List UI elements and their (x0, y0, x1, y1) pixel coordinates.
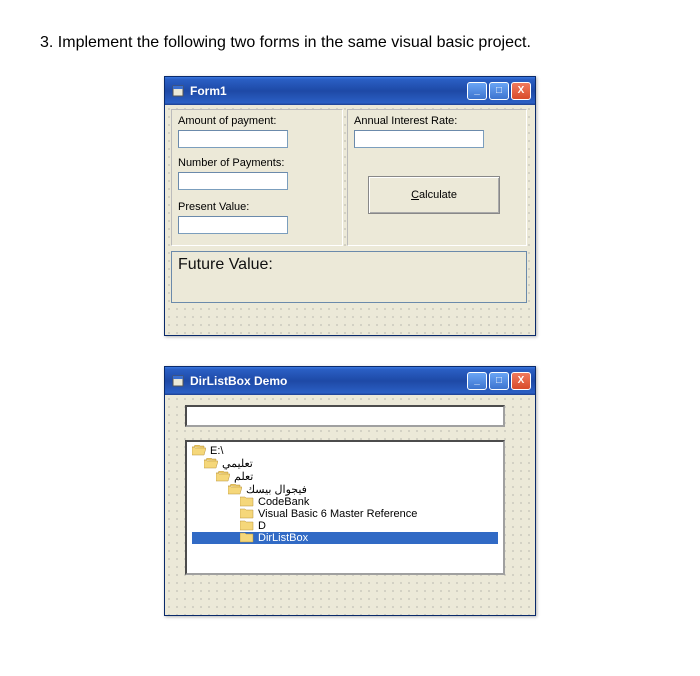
dir-item[interactable]: D (192, 520, 498, 532)
app-icon (171, 84, 185, 98)
presentvalue-label: Present Value: (176, 200, 251, 214)
folder-closed-icon (240, 508, 254, 519)
form1-titlebar[interactable]: Form1 _ □ X (165, 77, 535, 105)
close-button[interactable]: X (511, 82, 531, 100)
dir-item-label: Visual Basic 6 Master Reference (258, 508, 417, 520)
rate-label: Annual Interest Rate: (352, 114, 459, 128)
form2-titlebar[interactable]: DirListBox Demo _ □ X (165, 367, 535, 395)
form1-body: Amount of payment: Number of Payments: P… (165, 105, 535, 335)
minimize-button[interactable]: _ (467, 372, 487, 390)
minimize-button[interactable]: _ (467, 82, 487, 100)
maximize-button[interactable]: □ (489, 372, 509, 390)
form1-title: Form1 (190, 84, 465, 98)
dir-item-label: E:\ (210, 445, 223, 457)
rate-input[interactable] (354, 130, 484, 148)
amount-label: Amount of payment: (176, 114, 278, 128)
dir-item-label: فيجوال بيسك (246, 483, 307, 496)
dir-item-label: CodeBank (258, 496, 309, 508)
dir-item[interactable]: DirListBox (192, 532, 498, 544)
form2-title: DirListBox Demo (190, 374, 465, 388)
folder-open-icon (204, 458, 218, 469)
form2-body: E:\تعليميتعلمفيجوال بيسكCodeBankVisual B… (165, 395, 535, 615)
app-icon (171, 374, 185, 388)
dir-list-box[interactable]: E:\تعليميتعلمفيجوال بيسكCodeBankVisual B… (185, 440, 505, 575)
folder-closed-icon (240, 520, 254, 531)
file-list-box[interactable] (185, 405, 505, 427)
numpayments-label: Number of Payments: (176, 156, 286, 170)
folder-open-icon (192, 445, 206, 456)
amount-input[interactable] (178, 130, 288, 148)
question-text: 3. Implement the following two forms in … (40, 30, 660, 56)
dir-item[interactable]: E:\ (192, 445, 498, 457)
folder-closed-icon (240, 496, 254, 507)
dir-item[interactable]: CodeBank (192, 496, 498, 508)
dir-item-label: تعليمي (222, 457, 253, 470)
folder-open-icon (228, 484, 242, 495)
calculate-button[interactable]: Calculate (368, 176, 500, 214)
numpayments-input[interactable] (178, 172, 288, 190)
dir-item-label: DirListBox (258, 532, 308, 544)
dir-item-label: تعلم (234, 470, 253, 483)
presentvalue-input[interactable] (178, 216, 288, 234)
dir-item[interactable]: فيجوال بيسك (192, 483, 498, 496)
future-value-frame: Future Value: (171, 251, 527, 303)
close-button[interactable]: X (511, 372, 531, 390)
dir-item[interactable]: تعلم (192, 470, 498, 483)
dir-item[interactable]: تعليمي (192, 457, 498, 470)
left-frame: Amount of payment: Number of Payments: P… (171, 109, 343, 246)
right-frame: Annual Interest Rate: Calculate (347, 109, 527, 246)
maximize-button[interactable]: □ (489, 82, 509, 100)
future-value-label: Future Value: (178, 256, 273, 274)
folder-open-icon (216, 471, 230, 482)
dir-item[interactable]: Visual Basic 6 Master Reference (192, 508, 498, 520)
dir-item-label: D (258, 520, 266, 532)
folder-closed-icon (240, 532, 254, 543)
form2-window: DirListBox Demo _ □ X E:\تعليميتعلمفيجوا… (164, 366, 536, 616)
form1-window: Form1 _ □ X Amount of payment: Number of… (164, 76, 536, 336)
